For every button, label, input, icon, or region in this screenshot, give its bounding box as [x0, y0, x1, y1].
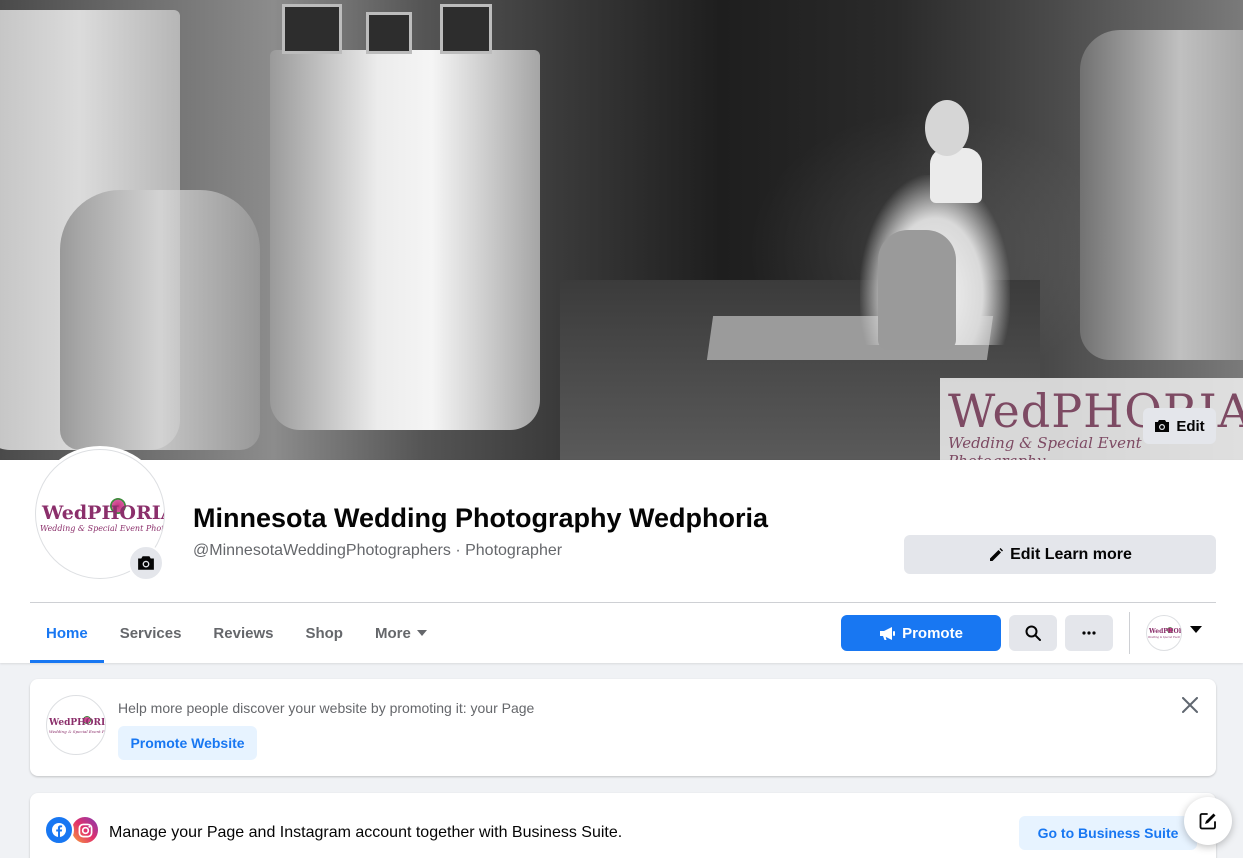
facebook-icon: [44, 815, 74, 845]
edit-cover-button[interactable]: Edit: [1143, 408, 1216, 444]
tab-more[interactable]: More: [359, 603, 443, 663]
cover-photo: WedPHORIA Wedding & Special Event Photog…: [0, 0, 1243, 460]
edit-cover-label: Edit: [1176, 417, 1205, 435]
business-suite-text: Manage your Page and Instagram account t…: [109, 824, 623, 841]
tab-label: More: [374, 624, 411, 642]
camera-icon: [138, 556, 154, 570]
compose-icon: [1199, 813, 1216, 830]
go-to-business-suite-button[interactable]: Go to Business Suite: [1019, 816, 1197, 850]
search-icon: [1025, 625, 1041, 641]
more-dots-icon: [1082, 631, 1096, 635]
cover-girl-head: [925, 100, 969, 156]
edit-learn-more-label: Edit Learn more: [1010, 545, 1132, 563]
business-suite-card: Manage your Page and Instagram account t…: [30, 793, 1216, 858]
actions-divider: [1129, 612, 1130, 654]
caret-down-icon: [416, 630, 427, 636]
promote-label: Promote: [902, 624, 963, 642]
tab-label: Services: [119, 624, 182, 642]
cover-frame: [366, 12, 412, 54]
cover-table-right: [1080, 30, 1243, 360]
logo-subtitle: Wedding & Special Event Photography: [40, 524, 165, 533]
card-page-avatar: WedPHORIA Wedding & Special Event Photog…: [46, 695, 106, 755]
tab-home[interactable]: Home: [30, 603, 104, 663]
caret-down-icon[interactable]: [1190, 626, 1202, 633]
cover-girl-body: [930, 148, 982, 203]
cover-table-center: [270, 50, 540, 430]
logo-title: WedPHORIA: [42, 502, 165, 524]
card-logo-title: WedPHORIA: [49, 718, 106, 728]
edit-learn-more-button[interactable]: Edit Learn more: [904, 535, 1216, 574]
tab-label: Home: [46, 624, 88, 642]
search-button[interactable]: [1009, 615, 1057, 651]
cover-frame: [440, 4, 492, 54]
instagram-icon: [70, 815, 100, 845]
promote-website-button[interactable]: Promote Website: [118, 726, 257, 760]
page-tabs: Home Services Reviews Shop More: [30, 603, 443, 663]
tab-label: Reviews: [213, 624, 274, 642]
page-switcher-avatar[interactable]: WedPHORIA Wedding & Special Event Photog…: [1146, 615, 1182, 651]
compose-button[interactable]: [1184, 797, 1232, 845]
pencil-icon: [990, 547, 1004, 561]
camera-icon: [1155, 420, 1170, 432]
tab-services[interactable]: Services: [104, 603, 198, 663]
cover-table-left-front: [60, 190, 260, 450]
update-profile-picture-button[interactable]: [128, 545, 164, 581]
cover-child: [878, 230, 956, 350]
more-options-button[interactable]: [1065, 615, 1113, 651]
megaphone-icon: [880, 626, 896, 640]
mini-logo-title: WedPHORIA: [1149, 628, 1181, 635]
mini-logo-subtitle: Wedding & Special Event Photography: [1148, 636, 1181, 639]
tab-reviews[interactable]: Reviews: [197, 603, 289, 663]
close-icon: [1182, 697, 1198, 713]
tab-label: Shop: [305, 624, 343, 642]
promote-website-text: Help more people discover your website b…: [118, 700, 535, 716]
card-logo-subtitle: Wedding & Special Event Photography: [49, 729, 105, 734]
page-username-category: @MinnesotaWeddingPhotographers · Photogr…: [193, 542, 563, 559]
promote-button[interactable]: Promote: [841, 615, 1001, 651]
tab-shop[interactable]: Shop: [289, 603, 359, 663]
close-card-button[interactable]: [1177, 692, 1203, 718]
page-title: Minnesota Wedding Photography Wedphoria: [193, 503, 769, 533]
promote-website-card: WedPHORIA Wedding & Special Event Photog…: [30, 679, 1216, 776]
cover-frame: [282, 4, 342, 54]
